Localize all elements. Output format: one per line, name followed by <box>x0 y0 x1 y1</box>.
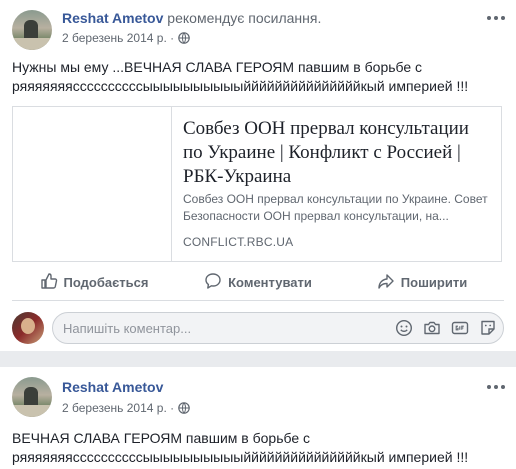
post-actions-bar: Подобається Коментувати Поширити <box>12 264 504 301</box>
feed-separator <box>0 351 516 367</box>
author-avatar[interactable] <box>12 377 52 417</box>
link-preview-card[interactable]: Совбез ООН прервал консультации по Украи… <box>12 106 502 262</box>
more-horizontal-icon[interactable] <box>486 379 506 395</box>
feed-post: Reshat Ametov 2 березень 2014 р. · ВЕЧНА… <box>0 367 516 469</box>
post-meta: 2 березень 2014 р. · <box>62 31 190 45</box>
post-header: Reshat Ametov <box>62 379 163 395</box>
link-description: Совбез ООН прервал консультации по Украи… <box>183 192 488 223</box>
post-date[interactable]: 2 березень 2014 р. · <box>62 401 174 415</box>
comment-tools <box>395 319 497 337</box>
globe-icon[interactable] <box>178 402 190 414</box>
author-avatar[interactable] <box>12 10 52 50</box>
link-domain: CONFLICT.RBC.UA <box>183 235 294 249</box>
comment-label: Коментувати <box>228 274 312 290</box>
link-title[interactable]: Совбез ООН прервал консультации по Украи… <box>183 117 493 189</box>
author-name[interactable]: Reshat Ametov <box>62 379 163 395</box>
gif-icon[interactable] <box>451 319 469 337</box>
share-button[interactable]: Поширити <box>340 264 504 300</box>
more-horizontal-icon[interactable] <box>486 10 506 26</box>
smiley-icon[interactable] <box>395 319 413 337</box>
viewer-avatar[interactable] <box>12 312 44 344</box>
like-label: Подобається <box>63 274 149 290</box>
post-meta: 2 березень 2014 р. · <box>62 401 190 415</box>
post-date[interactable]: 2 березень 2014 р. · <box>62 31 174 45</box>
comment-button[interactable]: Коментувати <box>176 264 340 300</box>
author-name[interactable]: Reshat Ametov <box>62 10 163 26</box>
sticker-icon[interactable] <box>479 319 497 337</box>
thumbs-up-icon <box>40 272 58 293</box>
speech-bubble-icon <box>204 272 222 293</box>
comment-composer: Напишіть коментар... <box>12 312 504 346</box>
post-action-text: рекомендує посилання. <box>167 10 322 26</box>
globe-icon[interactable] <box>178 32 190 44</box>
post-text: Нужны мы ему ...ВЕЧНАЯ СЛАВА ГЕРОЯМ павш… <box>12 59 469 94</box>
feed-post: Reshat Ametov рекомендує посилання. 2 бе… <box>0 0 516 351</box>
post-text: ВЕЧНАЯ СЛАВА ГЕРОЯМ павшим в борьбе с ря… <box>12 430 469 465</box>
link-thumbnail <box>13 107 172 261</box>
comment-input[interactable]: Напишіть коментар... <box>52 312 504 344</box>
camera-icon[interactable] <box>423 319 441 337</box>
like-button[interactable]: Подобається <box>12 264 176 300</box>
comment-placeholder: Напишіть коментар... <box>63 321 192 336</box>
share-label: Поширити <box>400 274 468 290</box>
post-header: Reshat Ametov рекомендує посилання. <box>62 10 321 26</box>
share-arrow-icon <box>377 272 395 293</box>
